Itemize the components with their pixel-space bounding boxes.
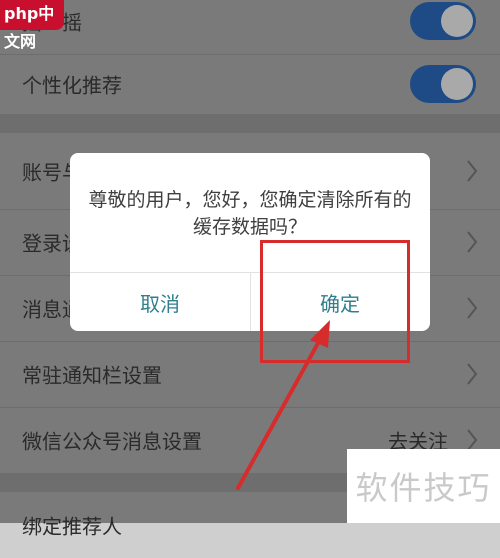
chevron-right-icon (467, 160, 478, 182)
chevron-right-icon (467, 231, 478, 253)
settings-row-label: 常驻通知栏设置 (22, 363, 162, 388)
shake-toggle[interactable] (410, 2, 476, 40)
dialog-message: 尊敬的用户，您好，您确定清除所有的缓存数据吗？ (88, 189, 412, 238)
toggle-knob (441, 68, 473, 100)
confirm-highlight-box (260, 240, 410, 363)
chevron-right-icon (467, 297, 478, 319)
chevron-right-icon (467, 363, 478, 385)
settings-row-shake[interactable]: 摇一摇 (0, 0, 500, 55)
cancel-button[interactable]: 取消 (70, 273, 251, 331)
overlay-watermark-text: 软件技巧 (355, 469, 492, 507)
section-divider (0, 115, 500, 133)
settings-row-notification-bar[interactable]: 常驻通知栏设置 (0, 341, 500, 408)
site-logo-watermark: php中文网 (0, 0, 64, 51)
overlay-watermark: 软件技巧 (347, 449, 500, 523)
settings-row-label: 微信公众号消息设置 (22, 429, 202, 454)
settings-row-label: 绑定推荐人 (22, 514, 122, 539)
settings-row-label: 个性化推荐 (22, 73, 122, 98)
settings-row-personalized[interactable]: 个性化推荐 (0, 54, 500, 115)
toggle-knob (441, 5, 473, 37)
personalized-toggle[interactable] (410, 65, 476, 103)
